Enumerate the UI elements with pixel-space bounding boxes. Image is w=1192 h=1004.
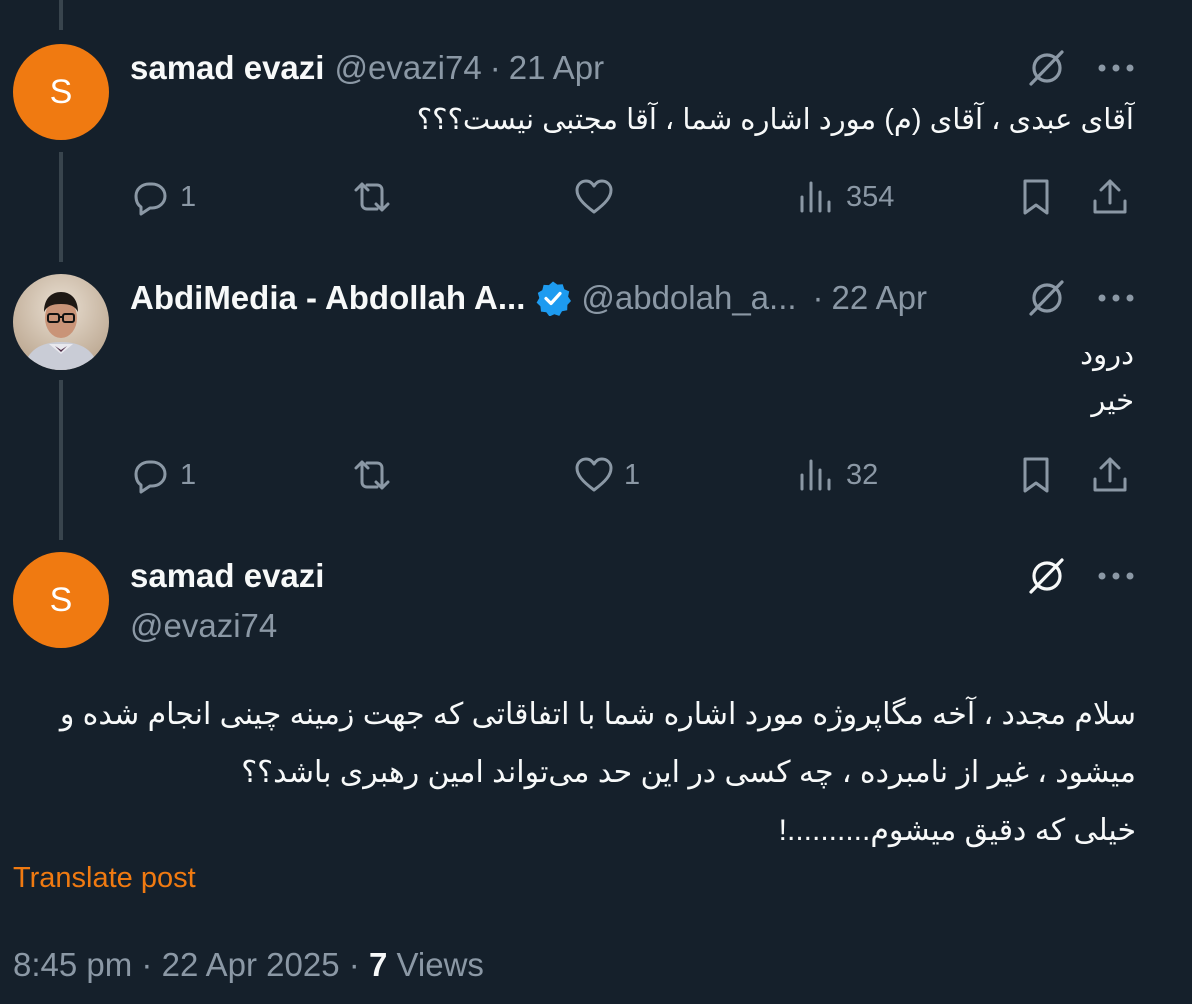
views-button[interactable]: 32 [794,450,878,500]
views-label[interactable]: Views [396,946,483,983]
tweet-text-line: سلام مجدد ، آخه مگاپروژه مورد اشاره شما … [59,698,1136,731]
avatar-letter: S [49,72,73,111]
like-count: 1 [624,458,641,491]
tweet-text-line: درود [1080,339,1134,371]
separator-dot: · [141,946,153,983]
repost-icon [354,182,390,212]
views-icon [800,459,831,491]
reply-icon [134,182,167,216]
display-name[interactable]: samad evazi [130,554,324,598]
tweet-text: درود خیر [134,332,1134,424]
tweet-top-icons [1024,46,1138,90]
translate-post-link[interactable]: Translate post [13,862,196,895]
main-tweet-text: سلام مجدد ، آخه مگاپروژه مورد اشاره شما … [16,686,1136,860]
tweet-text: آقای عبدی ، آقای (م) مورد اشاره شما ، آق… [416,104,1134,136]
separator-dot: · [812,279,824,316]
user-handle[interactable]: @evazi74 [334,49,481,87]
share-button[interactable] [1088,450,1132,500]
main-tweet-author: samad evazi @evazi74 [130,554,324,648]
tweet-actions: 1 354 [128,172,1138,222]
grok-icon[interactable] [1024,46,1068,90]
display-name[interactable]: samad evazi [130,49,324,87]
bookmark-button[interactable] [1014,450,1058,500]
profile-photo [13,274,109,370]
heart-icon [575,457,613,492]
user-handle[interactable]: @evazi74 [130,604,324,648]
reply-count: 1 [180,180,197,213]
views-count: 32 [846,458,879,491]
tweet-top-icons [1024,554,1138,598]
post-date[interactable]: 22 Apr 2025 [162,946,340,983]
display-name[interactable]: AbdiMedia - Abdollah A... [130,279,525,317]
views-button[interactable]: 354 [794,172,894,222]
views-count: 7 [368,946,388,983]
tweet-text-line: میشود ، غیر از نامبرده ، چه کسی در این ح… [241,756,1136,789]
tweet-header: AbdiMedia - Abdollah A... @abdolah_a... … [130,276,927,320]
share-icon [1093,179,1127,214]
reply-icon [134,460,167,494]
like-button[interactable]: 1 [572,450,640,500]
reply-button[interactable]: 1 [128,450,196,500]
tweet-meta: 8:45 pm · 22 Apr 2025 · 7 Views [13,946,484,984]
like-button[interactable] [572,172,624,222]
repost-button[interactable] [350,172,402,222]
tweet-header: samad evazi @evazi74 · 21 Apr [130,46,604,90]
bookmark-icon [1023,179,1049,215]
bookmark-button[interactable] [1014,172,1058,222]
thread-connector-1 [59,152,63,262]
avatar-letter: S [49,580,73,619]
thread-connector-top [59,0,63,30]
tweet-top-icons [1024,276,1138,320]
verified-badge-icon[interactable] [535,280,572,316]
more-dots-icon[interactable] [1094,554,1138,598]
tweet-date[interactable]: 21 Apr [509,49,604,87]
share-icon [1093,457,1127,492]
grok-icon[interactable] [1024,276,1068,320]
views-count: 354 [846,180,895,213]
avatar[interactable] [13,274,109,370]
separator-dot: · [348,946,360,983]
post-time[interactable]: 8:45 pm [13,946,132,983]
user-handle[interactable]: @abdolah_a... [581,279,796,317]
tweet-date[interactable]: 22 Apr [832,279,927,317]
repost-button[interactable] [350,450,402,500]
reply-count: 1 [180,458,197,491]
heart-icon [575,179,613,214]
reply-button[interactable]: 1 [128,172,196,222]
avatar[interactable]: S [13,44,109,140]
tweet-actions: 1 1 32 [128,450,1138,500]
thread-connector-2 [59,380,63,540]
grok-icon[interactable] [1024,554,1068,598]
separator-dot: · [489,49,501,86]
more-dots-icon[interactable] [1094,276,1138,320]
avatar[interactable]: S [13,552,109,648]
views-icon [800,181,831,213]
more-dots-icon[interactable] [1094,46,1138,90]
tweet-text-line: خیر [1091,385,1134,417]
repost-icon [354,460,390,490]
bookmark-icon [1023,457,1049,493]
share-button[interactable] [1088,172,1132,222]
tweet-text-line: خیلی که دقیق میشوم..........! [778,814,1136,847]
